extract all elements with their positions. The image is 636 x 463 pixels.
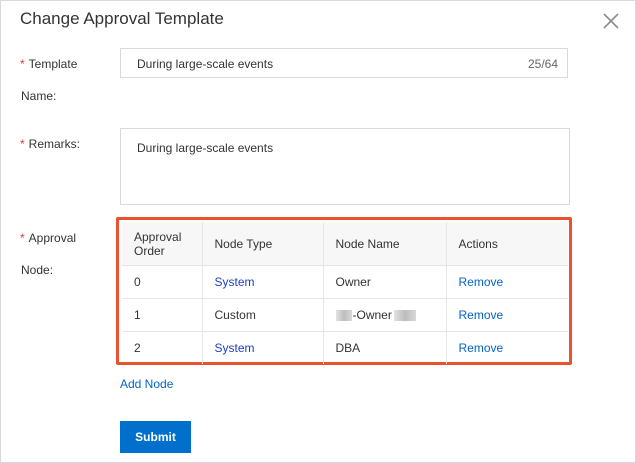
node-type-system-link[interactable]: System [215, 275, 255, 289]
header-actions: Actions [446, 222, 568, 266]
approval-order-cell: 0 [122, 265, 203, 299]
template-name-label-line1: Template [28, 57, 78, 71]
template-name-label-line2: Name: [21, 89, 57, 103]
header-approval-order-line1: Approval [134, 229, 182, 244]
node-name-cell: Owner [323, 265, 447, 299]
remarks-value: During large-scale events [137, 141, 274, 155]
remarks-textarea[interactable]: During large-scale events [120, 128, 570, 205]
table-row: 0 System Owner Remove [122, 265, 568, 299]
change-approval-template-dialog: Change Approval Template * Template Name:… [0, 0, 636, 463]
required-mark: * [20, 231, 25, 245]
approval-order-cell: 1 [122, 298, 203, 332]
actions-cell: Remove [446, 298, 568, 332]
approval-node-table: Approval Order Node Type Node Name Actio… [122, 222, 568, 364]
approval-node-label-line1: Approval [28, 231, 77, 245]
redacted-block [335, 310, 352, 322]
remarks-label: * Remarks: [20, 137, 80, 151]
actions-cell: Remove [446, 332, 568, 365]
node-type-cell: System [202, 265, 324, 299]
node-type-cell: System [202, 331, 324, 364]
remove-button[interactable]: Remove [459, 308, 504, 322]
remarks-label-text: Remarks: [28, 137, 81, 151]
close-icon-glyph [603, 13, 619, 29]
table-row: 2 System DBA Remove [122, 331, 568, 365]
add-node-link[interactable]: Add Node [120, 377, 173, 391]
dialog-title: Change Approval Template [20, 9, 224, 28]
node-type-cell: Custom [202, 298, 324, 332]
template-name-label: * Template [20, 57, 77, 71]
close-icon[interactable] [601, 11, 621, 31]
submit-button[interactable]: Submit [120, 421, 191, 453]
header-node-type: Node Type [202, 222, 324, 266]
template-name-value: During large-scale events [137, 57, 274, 71]
actions-cell: Remove [446, 265, 568, 299]
template-name-input[interactable]: During large-scale events 25/64 [120, 48, 568, 78]
table-row: 1 Custom -Owner Remove [122, 298, 568, 332]
header-approval-order: Approval Order [122, 222, 203, 266]
node-name-cell: -Owner [323, 298, 447, 332]
table-header-row: Approval Order Node Type Node Name Actio… [122, 222, 568, 266]
node-name-text: -Owner [352, 308, 392, 322]
approval-node-label-line2: Node: [21, 263, 54, 277]
redacted-block [393, 310, 416, 322]
remove-button[interactable]: Remove [459, 341, 504, 355]
header-approval-order-line2: Order [134, 243, 165, 258]
header-node-name: Node Name [323, 222, 447, 266]
remove-button[interactable]: Remove [459, 275, 504, 289]
approval-order-cell: 2 [122, 331, 203, 364]
node-name-cell: DBA [323, 331, 447, 364]
character-counter: 25/64 [527, 57, 558, 71]
required-mark: * [20, 57, 25, 71]
required-mark: * [20, 137, 25, 151]
approval-node-label: * Approval [20, 231, 76, 245]
node-type-system-link[interactable]: System [215, 341, 255, 355]
